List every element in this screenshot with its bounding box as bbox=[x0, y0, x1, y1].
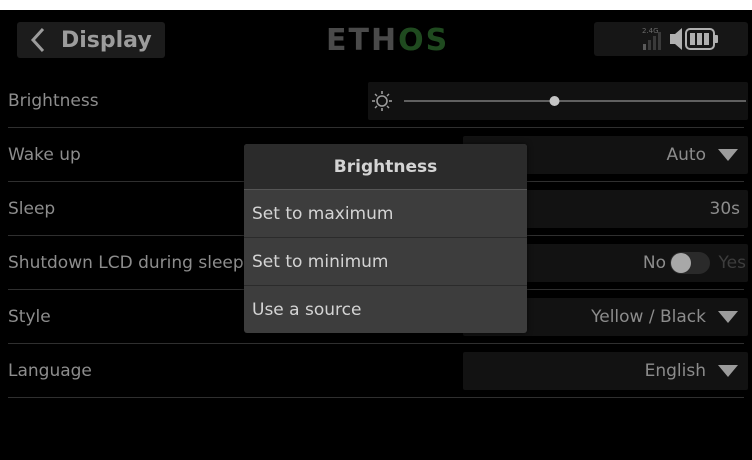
logo-text-os: OS bbox=[398, 23, 450, 58]
toggle-off-label: No bbox=[642, 253, 666, 273]
toggle-on-label: Yes bbox=[718, 253, 746, 273]
row-divider bbox=[8, 397, 744, 398]
sun-icon bbox=[372, 91, 392, 111]
brightness-row: Brightness bbox=[0, 74, 752, 128]
popup-header: Brightness bbox=[244, 144, 527, 190]
back-button[interactable]: Display bbox=[17, 22, 165, 58]
radio-screen: Display ETHOS 2.4G Brightness Wake up Au… bbox=[0, 10, 752, 460]
style-value: Yellow / Black bbox=[591, 307, 706, 327]
style-label: Style bbox=[8, 307, 51, 327]
wake-up-value: Auto bbox=[666, 145, 706, 165]
battery-icon bbox=[685, 28, 718, 50]
brightness-label: Brightness bbox=[8, 91, 99, 111]
popup-title: Brightness bbox=[333, 157, 438, 177]
caret-down-icon bbox=[718, 149, 738, 161]
language-value: English bbox=[644, 361, 706, 381]
popup-item-label: Set to maximum bbox=[252, 204, 394, 224]
logo-text-eth: ETH bbox=[326, 23, 399, 58]
signal-strength-icon: 2.4G bbox=[642, 27, 661, 50]
ethos-logo: ETHOS bbox=[326, 24, 449, 58]
chevron-left-icon bbox=[29, 26, 53, 54]
shutdown-lcd-toggle[interactable] bbox=[670, 252, 710, 274]
caret-down-icon bbox=[718, 365, 738, 377]
language-dropdown[interactable]: English bbox=[463, 352, 748, 390]
top-strip bbox=[0, 0, 752, 10]
popup-item-use-a-source[interactable]: Use a source bbox=[244, 287, 527, 333]
brightness-popup: Brightness Set to maximum Set to minimum… bbox=[244, 144, 527, 333]
wake-up-label: Wake up bbox=[8, 145, 81, 165]
toggle-knob bbox=[671, 253, 691, 273]
language-row: Language English bbox=[0, 344, 752, 398]
popup-item-label: Set to minimum bbox=[252, 252, 389, 272]
slider-knob[interactable] bbox=[549, 96, 560, 106]
sleep-value: 30s bbox=[709, 199, 741, 219]
speaker-icon bbox=[670, 28, 682, 50]
sleep-label: Sleep bbox=[8, 199, 56, 219]
status-bar: 2.4G bbox=[594, 22, 748, 56]
popup-item-set-to-maximum[interactable]: Set to maximum bbox=[244, 191, 527, 238]
rf-band-label: 2.4G bbox=[642, 27, 659, 35]
page-title: Display bbox=[61, 27, 152, 53]
brightness-slider[interactable] bbox=[368, 82, 748, 120]
shutdown-lcd-label: Shutdown LCD during sleep bbox=[8, 253, 244, 273]
caret-down-icon bbox=[718, 311, 738, 323]
popup-item-set-to-minimum[interactable]: Set to minimum bbox=[244, 239, 527, 286]
header-bar: Display ETHOS 2.4G bbox=[0, 10, 752, 68]
language-label: Language bbox=[8, 361, 92, 381]
popup-item-label: Use a source bbox=[252, 300, 362, 320]
